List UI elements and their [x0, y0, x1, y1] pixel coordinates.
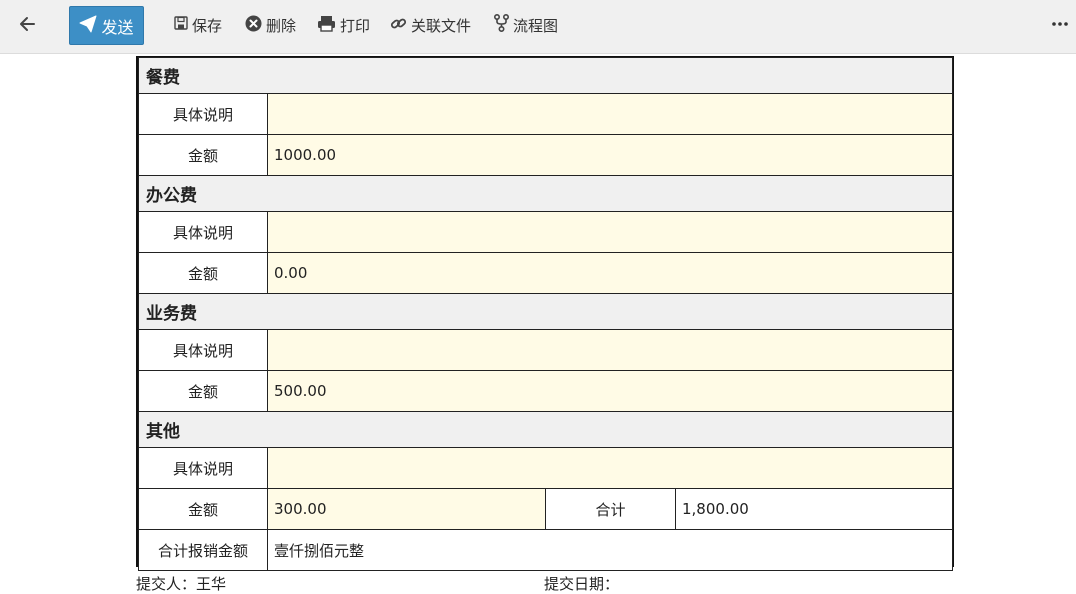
save-label: 保存 — [192, 16, 223, 35]
print-label: 打印 — [340, 16, 371, 35]
floppy-disk-icon — [174, 16, 188, 34]
back-arrow-icon[interactable] — [14, 12, 42, 36]
total-value: 1,800.00 — [675, 488, 953, 530]
description-label: 具体说明 — [138, 211, 268, 253]
section-header-office: 办公费 — [138, 175, 953, 212]
section-title: 其他 — [138, 411, 953, 448]
section-header-other: 其他 — [138, 411, 953, 448]
submitter-label: 提交人： — [136, 575, 197, 593]
description-label: 具体说明 — [138, 447, 268, 489]
table-row: 合计报销金额 壹仟捌佰元整 — [138, 529, 953, 571]
delete-label: 删除 — [266, 16, 297, 35]
office-description-field[interactable] — [267, 211, 953, 253]
business-description-field[interactable] — [267, 329, 953, 371]
delete-button[interactable]: 删除 — [245, 14, 296, 36]
section-header-business: 业务费 — [138, 293, 953, 330]
section-header-meals: 餐费 — [138, 57, 953, 94]
table-row: 金额 500.00 — [138, 370, 953, 412]
description-label: 具体说明 — [138, 93, 268, 135]
description-label: 具体说明 — [138, 329, 268, 371]
business-amount-field[interactable]: 500.00 — [267, 370, 953, 412]
amount-label: 金额 — [138, 252, 268, 294]
expense-table: 餐费 具体说明 金额 1000.00 办公费 具体说明 金额 0.00 业务费 … — [138, 57, 953, 571]
paper-plane-icon — [79, 15, 97, 37]
link-file-label: 关联文件 — [411, 16, 472, 35]
link-file-button[interactable]: 关联文件 — [390, 14, 471, 36]
meals-amount-field[interactable]: 1000.00 — [267, 134, 953, 176]
submit-date: 提交日期： — [544, 573, 619, 594]
table-row: 具体说明 — [138, 329, 953, 371]
other-description-field[interactable] — [267, 447, 953, 489]
submitter: 提交人：王华 — [136, 573, 226, 594]
grand-total-label: 合计报销金额 — [138, 529, 268, 571]
table-row: 具体说明 — [138, 93, 953, 135]
section-title: 业务费 — [138, 293, 953, 330]
fork-icon — [493, 13, 510, 36]
total-label: 合计 — [545, 488, 676, 530]
table-row: 具体说明 — [138, 447, 953, 489]
flowchart-button[interactable]: 流程图 — [493, 13, 559, 36]
send-button[interactable]: 发送 — [69, 6, 144, 45]
table-row: 金额 300.00 合计 1,800.00 — [138, 488, 953, 530]
grand-total-value: 壹仟捌佰元整 — [267, 529, 953, 571]
expense-form: 餐费 具体说明 金额 1000.00 办公费 具体说明 金额 0.00 业务费 … — [136, 56, 954, 571]
send-label: 发送 — [101, 17, 134, 37]
link-icon — [390, 15, 407, 36]
other-amount-field[interactable]: 300.00 — [267, 488, 546, 530]
printer-icon — [317, 15, 336, 36]
table-row: 金额 1000.00 — [138, 134, 953, 176]
section-title: 餐费 — [138, 57, 953, 94]
amount-label: 金额 — [138, 488, 268, 530]
amount-label: 金额 — [138, 370, 268, 412]
office-amount-field[interactable]: 0.00 — [267, 252, 953, 294]
toolbar: 发送 保存 删除 打印 关联文件 流程图 — [0, 0, 1076, 54]
table-row: 金额 0.00 — [138, 252, 953, 294]
more-options-icon[interactable] — [1050, 16, 1070, 32]
section-title: 办公费 — [138, 175, 953, 212]
table-row: 具体说明 — [138, 211, 953, 253]
submitter-name: 王华 — [196, 575, 227, 593]
amount-label: 金额 — [138, 134, 268, 176]
print-button[interactable]: 打印 — [317, 14, 370, 36]
flowchart-label: 流程图 — [513, 16, 559, 35]
submit-date-label: 提交日期： — [544, 575, 620, 593]
save-button[interactable]: 保存 — [174, 14, 222, 36]
meals-description-field[interactable] — [267, 93, 953, 135]
close-circle-icon — [245, 15, 262, 36]
